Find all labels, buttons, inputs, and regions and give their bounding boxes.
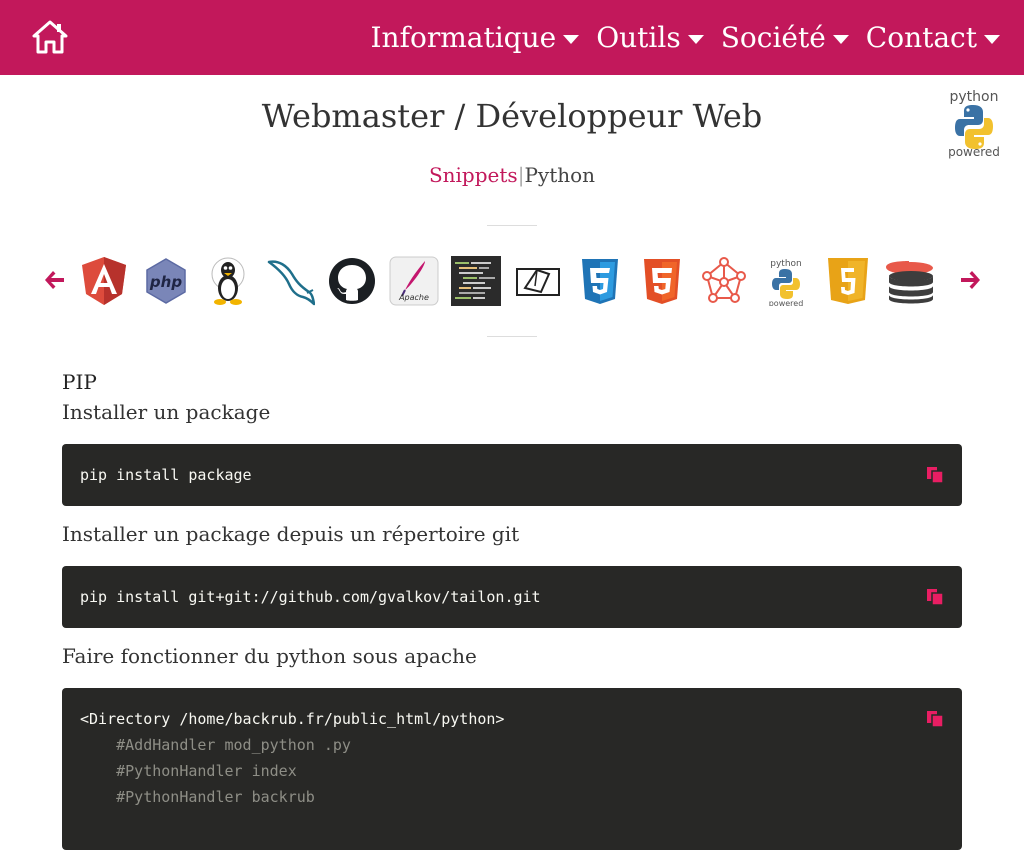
main-content: PIP Installer un package pip install pac… [62, 368, 962, 864]
nav-item-informatique[interactable]: Informatique [371, 21, 580, 54]
divider [487, 225, 537, 226]
section-title: PIP [62, 370, 97, 394]
snippet-description: Installer un package [62, 400, 271, 424]
php-label: php [149, 273, 182, 291]
network-icon[interactable] [699, 256, 749, 306]
linux-icon[interactable] [203, 256, 253, 306]
python-powered-badge: python powered [948, 89, 1000, 159]
apache-label: Apache [398, 293, 429, 302]
copy-icon[interactable] [926, 710, 944, 728]
nav-item-label: Outils [596, 21, 681, 54]
mysql-icon[interactable] [265, 256, 315, 306]
page-title: Webmaster / Développeur Web [261, 97, 763, 135]
nav-item-label: Informatique [370, 21, 557, 54]
code-editor-icon[interactable] [451, 256, 501, 306]
caret-down-icon [687, 35, 704, 44]
divider [487, 336, 537, 337]
code-comment: #PythonHandler backrub [80, 788, 315, 806]
python-icon[interactable]: python powered [761, 256, 811, 306]
code-line: pip install package [80, 466, 252, 484]
python-icon-bottom-text: powered [769, 299, 804, 306]
code-comment: #PythonHandler index [80, 762, 297, 780]
breadcrumb-current: Python [524, 163, 596, 187]
nav-item-contact[interactable]: Contact [866, 21, 1000, 54]
badge-top-text: python [950, 89, 999, 105]
navbar: Informatique Outils Société Contact [0, 0, 1024, 75]
nav-item-label: Contact [865, 21, 977, 54]
code-comment: #AddHandler mod_python .py [80, 736, 351, 754]
home-icon[interactable] [32, 20, 68, 54]
badge-bottom-text: powered [948, 145, 1000, 159]
github-icon[interactable] [327, 256, 377, 306]
caret-down-icon [563, 35, 580, 44]
copy-icon[interactable] [926, 588, 944, 606]
code-line: pip install git+git://github.com/gvalkov… [80, 588, 541, 606]
snippet-description: Installer un package depuis un répertoir… [62, 522, 520, 546]
snippet-description: Faire fonctionner du python sous apache [62, 644, 477, 668]
python-logo-icon [955, 105, 993, 149]
python-icon-top-text: python [770, 259, 801, 269]
css3-icon[interactable] [575, 256, 625, 306]
code-line: <Directory /home/backrub.fr/public_html/… [80, 710, 505, 728]
nav-item-outils[interactable]: Outils [596, 21, 704, 54]
angular-icon[interactable] [79, 256, 129, 306]
drupal-icon[interactable] [513, 256, 563, 306]
nav-menu: Informatique Outils Société Contact [354, 0, 1000, 75]
copy-icon[interactable] [926, 466, 944, 484]
apache-icon[interactable]: Apache [389, 256, 439, 306]
code-block[interactable]: <Directory /home/backrub.fr/public_html/… [62, 688, 962, 850]
breadcrumb: Snippets|Python [0, 162, 1024, 188]
html5-icon[interactable] [637, 256, 687, 306]
breadcrumb-link-snippets[interactable]: Snippets [429, 163, 518, 187]
code-block[interactable]: pip install package [62, 444, 962, 506]
caret-down-icon [984, 35, 1000, 44]
js-icon[interactable] [823, 256, 873, 306]
arrow-right-icon[interactable] [959, 268, 983, 292]
caret-down-icon [832, 35, 849, 44]
database-icon[interactable] [885, 256, 935, 306]
nav-item-label: Société [720, 21, 826, 54]
php-icon[interactable]: php [141, 256, 191, 306]
code-block[interactable]: pip install git+git://github.com/gvalkov… [62, 566, 962, 628]
nav-item-societe[interactable]: Société [721, 21, 849, 54]
arrow-left-icon[interactable] [42, 268, 66, 292]
